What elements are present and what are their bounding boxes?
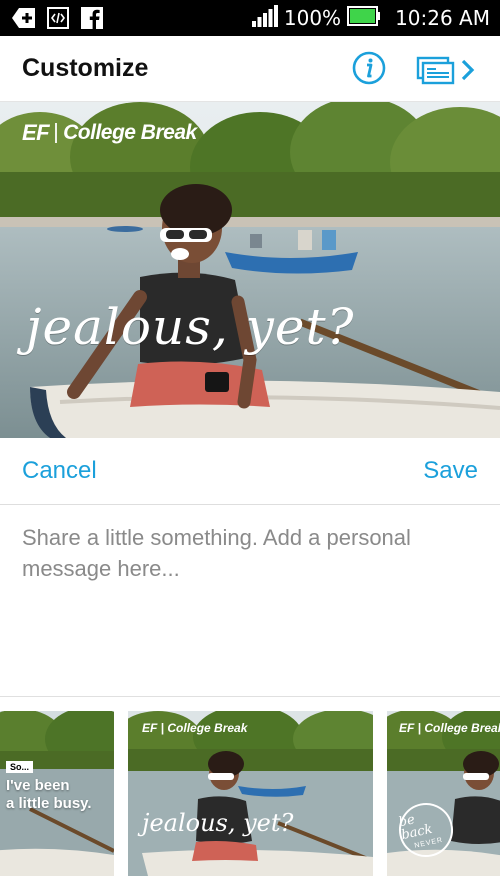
signal-icon xyxy=(251,4,278,32)
design-thumbnail[interactable]: EF | College Break be back NEVER xyxy=(387,711,500,876)
info-button[interactable] xyxy=(352,51,386,85)
design-thumbnail-strip[interactable]: So... I've been a little busy. EF | Coll… xyxy=(0,696,500,889)
code-icon xyxy=(46,6,70,30)
brand-logo: EF College Break xyxy=(22,120,197,146)
personal-message-input[interactable] xyxy=(0,506,500,696)
brand-name: College Break xyxy=(63,121,197,144)
thumbnail-photo xyxy=(387,711,500,876)
postcard-caption: jealous, yet? xyxy=(26,298,355,356)
thumbnail-caption-line: I've been xyxy=(6,777,70,794)
brand-divider xyxy=(55,123,58,143)
thumbnail-tag: So... xyxy=(6,761,34,773)
info-icon xyxy=(352,51,386,85)
thumbnail-brand: EF | College Break xyxy=(399,721,500,735)
add-icon xyxy=(12,6,36,30)
clock: 10:26 AM xyxy=(395,6,490,30)
design-thumbnail[interactable]: So... I've been a little busy. xyxy=(0,711,114,876)
thumbnail-photo xyxy=(128,711,373,876)
thumbnail-brand: EF | College Break xyxy=(142,721,248,735)
brand-mark: EF xyxy=(142,721,158,735)
status-bar: 100% 10:26 AM xyxy=(0,0,500,36)
brand-name: College Break xyxy=(167,721,248,735)
design-thumbnail-selected[interactable]: EF | College Break jealous, yet? xyxy=(128,711,373,876)
hero-photo xyxy=(0,102,500,438)
save-button[interactable]: Save xyxy=(423,457,478,485)
action-row: Cancel Save xyxy=(0,438,500,505)
thumbnail-caption-line: a little busy. xyxy=(6,795,92,812)
battery-icon xyxy=(347,5,381,31)
page-title: Customize xyxy=(22,54,149,82)
cancel-button[interactable]: Cancel xyxy=(22,457,97,485)
battery-percentage: 100% xyxy=(283,6,342,30)
brand-mark: EF xyxy=(22,120,50,145)
next-card-button[interactable] xyxy=(416,52,480,86)
brand-name: College Break xyxy=(424,721,500,735)
facebook-icon xyxy=(80,6,104,30)
thumbnail-caption: I've been a little busy. xyxy=(6,777,92,813)
title-bar: Customize xyxy=(0,36,500,102)
postcard-preview: EF College Break jealous, yet? xyxy=(0,102,500,438)
cards-next-icon xyxy=(416,56,475,85)
thumbnail-caption: jealous, yet? xyxy=(142,809,294,837)
brand-mark: EF xyxy=(399,721,415,735)
